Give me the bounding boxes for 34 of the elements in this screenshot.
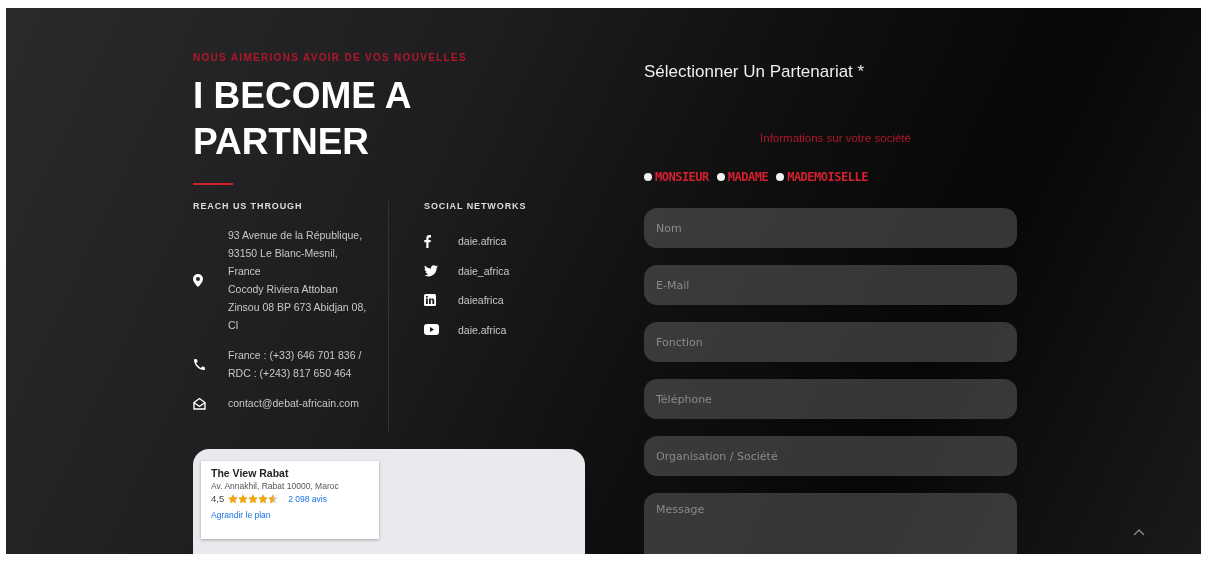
envelope-icon bbox=[193, 396, 206, 410]
place-name: The View Rabat bbox=[211, 467, 290, 480]
form-title: Sélectionner Un Partenariat * bbox=[644, 62, 866, 82]
section-label: Informations sur votre société bbox=[759, 132, 912, 144]
column-heading: REACH US THROUGH bbox=[193, 201, 304, 212]
video-play-icon[interactable] bbox=[424, 324, 439, 335]
phone-icon bbox=[193, 357, 206, 371]
social-link[interactable]: daie.africa bbox=[458, 235, 507, 247]
email-text: contact@debat-africain.com bbox=[228, 396, 359, 412]
star-icon bbox=[228, 493, 239, 504]
social-link[interactable]: daie.africa bbox=[458, 323, 507, 336]
linkedin-icon[interactable] bbox=[424, 294, 436, 306]
social-link[interactable]: daieafrica bbox=[458, 294, 504, 306]
social-link[interactable]: daie_africa bbox=[458, 264, 510, 277]
twitter-bird-icon[interactable] bbox=[424, 264, 438, 277]
place-address: Av. Annakhil, Rabat 10000, Maroc bbox=[211, 481, 340, 492]
star-icon bbox=[268, 493, 279, 504]
address-text: 93 Avenue de la République, 93150 Le Blanc-Mesnil, France Cocody Riviera Attoban Zinsou 08 BP 673 Abidjan 08, CI bbox=[228, 228, 367, 334]
phone-text: France : (+33) 646 701 836 / RDC : (+243) 817 650 464 bbox=[228, 348, 362, 382]
page-title: I BECOME A PARTNER bbox=[193, 74, 412, 164]
facebook-icon[interactable] bbox=[424, 234, 431, 248]
radio-option[interactable]: MONSIEUR bbox=[644, 170, 709, 184]
reviews-link[interactable]: 2 098 avis bbox=[288, 493, 327, 504]
map-placeholder[interactable]: The View Rabat Av. Annakhil, Rabat 10000, Maroc 4,5 2 098 avis Agrandir le plan bbox=[193, 449, 585, 554]
radio-option[interactable]: MADEMOISELLE bbox=[776, 170, 868, 184]
rating-value: 4,5 bbox=[211, 493, 225, 505]
column-heading: SOCIAL NETWORKS bbox=[424, 201, 527, 212]
radio-option[interactable]: MADAME bbox=[716, 170, 769, 184]
star-icon bbox=[258, 493, 269, 504]
enlarge-map-link[interactable]: Agrandir le plan bbox=[211, 510, 369, 521]
location-pin-icon bbox=[193, 273, 203, 287]
star-icon bbox=[248, 493, 259, 504]
section-kicker: NOUS AIMERIONS AVOIR DE VOS NOUVELLES bbox=[193, 52, 468, 63]
star-icon bbox=[238, 493, 249, 504]
